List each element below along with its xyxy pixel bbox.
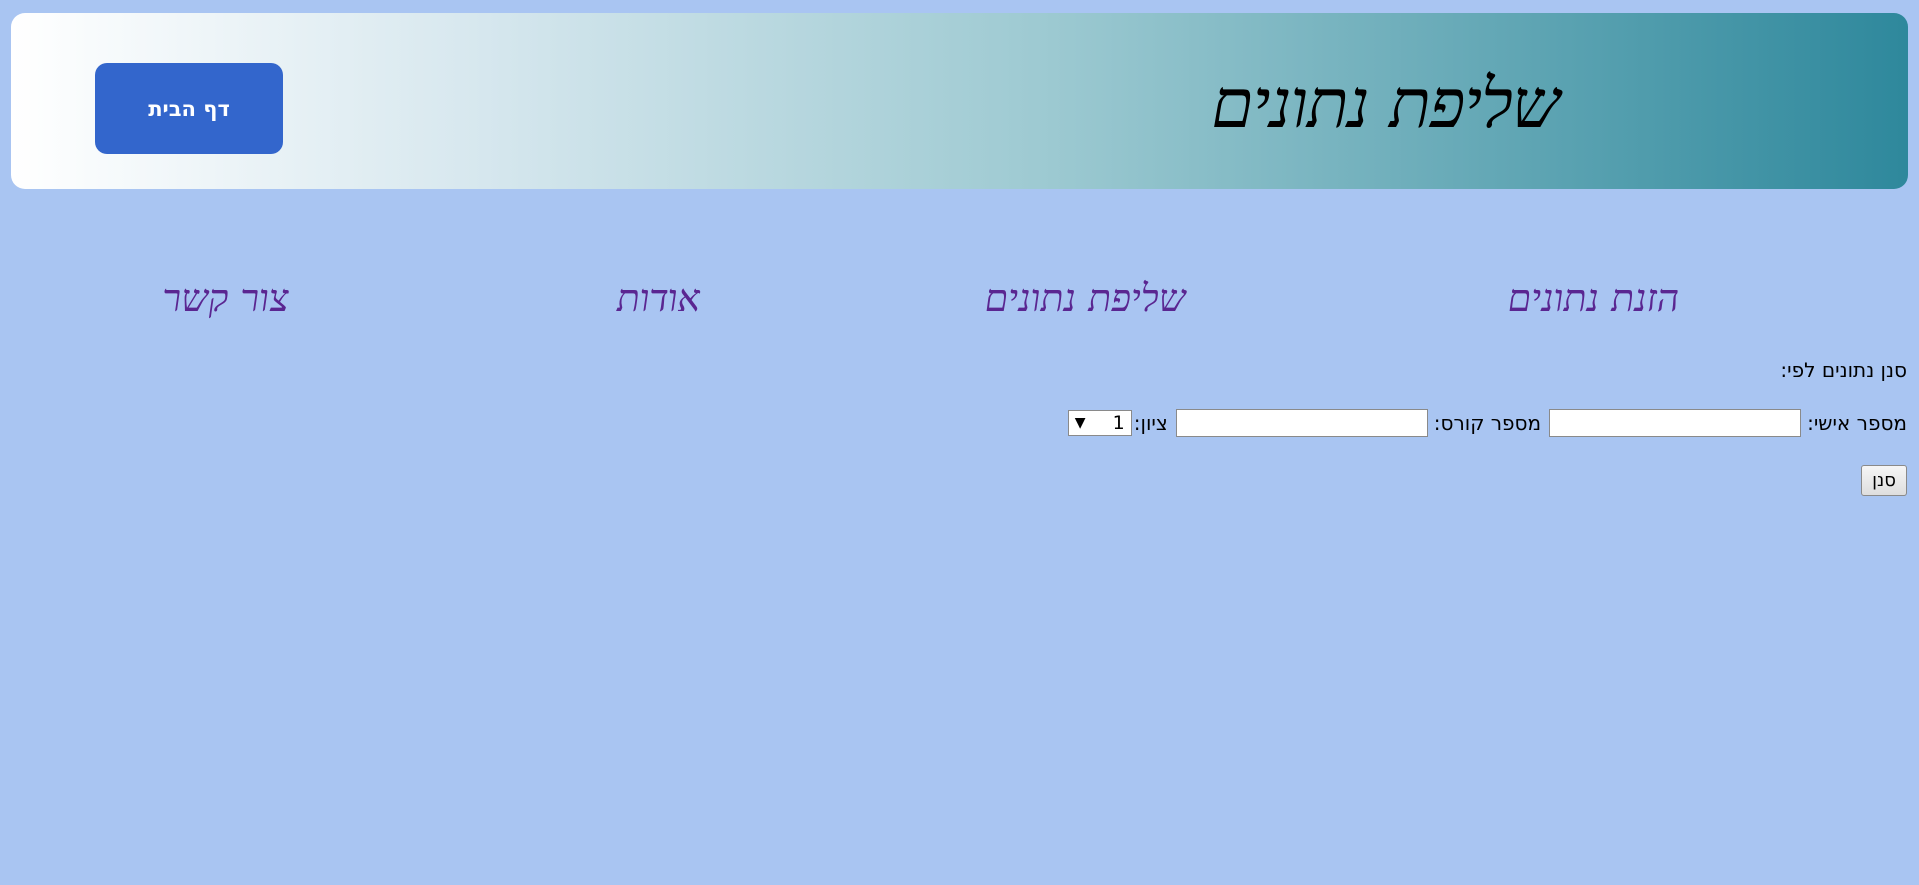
filter-heading: סנן נתונים לפי:: [1780, 358, 1907, 382]
nav-item-about[interactable]: אודות: [614, 276, 704, 322]
personal-id-label: מספר אישי:: [1807, 411, 1907, 435]
filter-submit-button[interactable]: סנן: [1861, 465, 1907, 496]
course-number-label: מספר קורס:: [1433, 411, 1542, 435]
course-number-input[interactable]: [1175, 409, 1428, 437]
nav-item-data-entry[interactable]: הזנת נתונים: [1504, 276, 1683, 322]
nav-item-data-retrieval[interactable]: שליפת נתונים: [982, 276, 1189, 322]
chevron-down-icon: ▼: [1074, 415, 1086, 431]
main-nav: הזנת נתונים שליפת נתונים אודות צור קשר: [0, 276, 1919, 326]
header-banner: שליפת נתונים דף הבית: [11, 13, 1908, 189]
nav-item-contact[interactable]: צור קשר: [159, 276, 292, 322]
filter-form: מספר אישי: מספר קורס: ציון: 1 ▼: [1067, 409, 1907, 437]
grade-label: ציון:: [1133, 411, 1168, 435]
page-title: שליפת נתונים: [1205, 65, 1568, 144]
grade-select[interactable]: 1 ▼: [1067, 410, 1132, 436]
grade-select-value: 1: [1112, 412, 1125, 434]
personal-id-input[interactable]: [1549, 409, 1802, 437]
home-button[interactable]: דף הבית: [95, 63, 283, 154]
